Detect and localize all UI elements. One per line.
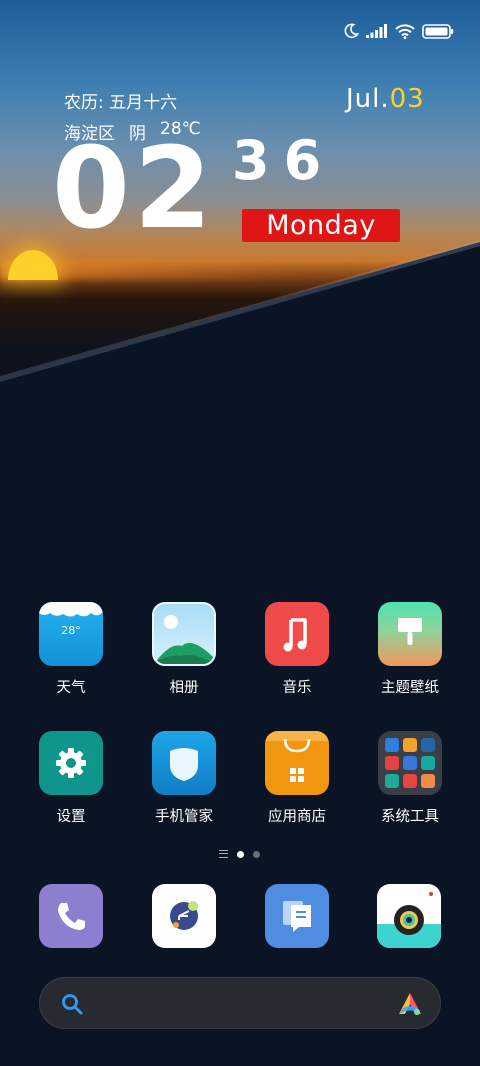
settings-icon (39, 731, 103, 795)
themes-icon (378, 602, 442, 666)
app-store-icon (265, 731, 329, 795)
app-label: 应用商店 (268, 809, 326, 825)
app-folder-tools[interactable]: 系统工具 (365, 731, 455, 826)
app-music[interactable]: 音乐 (252, 602, 342, 697)
date-month: Jul. (346, 84, 390, 114)
app-label: 主题壁纸 (381, 680, 439, 696)
clock-hour[interactable]: 02 (52, 133, 216, 245)
weather-icon-temp: 28° (61, 624, 81, 637)
page-menu-icon[interactable] (219, 850, 228, 858)
page-indicator[interactable] (219, 850, 260, 858)
messages-icon (152, 901, 216, 948)
app-label: 设置 (56, 809, 86, 825)
tools-folder-icon (378, 731, 442, 795)
notes-icon (265, 901, 329, 948)
app-label: 天气 (56, 680, 86, 696)
app-gallery[interactable]: 相册 (139, 602, 229, 697)
phone-icon (39, 903, 103, 948)
lunar-date: 农历: 五月十六 (64, 93, 178, 113)
app-settings[interactable]: 设置 (26, 731, 116, 826)
search-bar[interactable] (39, 977, 441, 1029)
weekday-badge: Monday (242, 209, 400, 242)
dock-camera[interactable] (377, 884, 441, 948)
sun-graphic (8, 250, 58, 280)
signal-icon (366, 24, 388, 38)
app-security[interactable]: 手机管家 (139, 731, 229, 826)
app-themes[interactable]: 主题壁纸 (365, 602, 455, 697)
app-weather[interactable]: 28° 天气 (26, 602, 116, 697)
camera-icon (377, 892, 441, 948)
gallery-icon (152, 602, 216, 666)
app-store[interactable]: 应用商店 (252, 731, 342, 826)
date-display: Jul.03 (346, 84, 425, 114)
search-icon[interactable] (60, 992, 84, 1020)
music-icon (265, 602, 329, 666)
assistant-icon[interactable] (396, 990, 424, 1022)
app-label: 音乐 (282, 680, 312, 696)
wifi-icon (395, 23, 415, 39)
status-bar (343, 20, 454, 42)
clock-minute[interactable]: 36 (232, 134, 335, 188)
moon-icon (343, 23, 359, 39)
dock-messages[interactable] (152, 884, 216, 948)
battery-icon (422, 23, 454, 39)
dock-phone[interactable] (39, 884, 103, 948)
app-label: 相册 (169, 680, 199, 696)
dock-notes[interactable] (265, 884, 329, 948)
page-dot[interactable] (253, 850, 260, 858)
date-day: 03 (389, 84, 425, 114)
page-dot-active[interactable] (237, 850, 244, 858)
weather-icon: 28° (39, 602, 103, 666)
app-label: 系统工具 (381, 809, 439, 825)
app-label: 手机管家 (155, 809, 213, 825)
security-icon (152, 731, 216, 795)
